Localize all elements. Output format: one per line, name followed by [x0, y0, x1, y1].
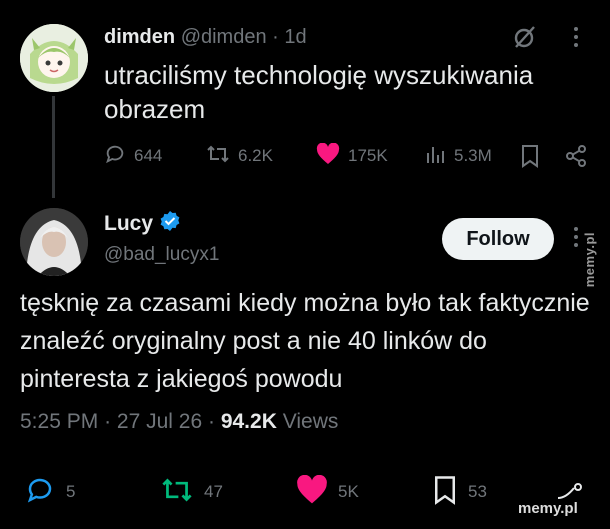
bookmark-icon[interactable] [520, 144, 540, 168]
tweet1-retweet-button[interactable]: 6.2K [206, 144, 273, 168]
tweet1-more-icon[interactable] [570, 24, 582, 55]
reply-icon [24, 475, 56, 510]
tweet2-display-name[interactable]: Lucy [104, 212, 153, 236]
tweet1-retweet-count: 6.2K [238, 146, 273, 165]
tweet2-reply-button[interactable]: 5 [24, 476, 75, 508]
thread-connector-line [52, 96, 55, 198]
tweet2-more-icon[interactable] [570, 224, 582, 255]
tweet1-like-button[interactable]: 175K [316, 142, 388, 170]
tweet2-name-row: Lucy [104, 210, 181, 238]
tweet2-meta: 5:25 PM · 27 Jul 26 · 94.2K Views [20, 410, 338, 434]
tweet2-text: tęsknię za czasami kiedy można było tak … [20, 289, 590, 393]
verified-badge-icon [159, 210, 181, 238]
tweet1-like-count: 175K [348, 146, 388, 165]
tweet1-views-button[interactable]: 5.3M [424, 144, 492, 168]
retweet-icon [206, 143, 230, 170]
tweet2-views-count: 94.2K [220, 410, 277, 433]
dimden-avatar[interactable] [20, 24, 88, 92]
tweet2-bookmark-count: 53 [468, 482, 487, 501]
lucy-avatar[interactable] [20, 208, 88, 276]
tweet2-handle[interactable]: @bad_lucyx1 [104, 244, 219, 266]
tweet2-reply-count: 5 [66, 482, 76, 501]
tweet1-handle[interactable]: @dimden [181, 26, 267, 48]
tweet1-time[interactable]: 1d [284, 26, 306, 48]
share-icon[interactable] [564, 144, 588, 168]
corner-watermark: memy.pl [518, 500, 578, 517]
tweet1-separator: · [272, 26, 279, 48]
tweet2-time[interactable]: 5:25 PM [20, 410, 98, 433]
tweet2-bookmark-button[interactable]: 53 [432, 475, 487, 510]
tweet2-retweet-button[interactable]: 47 [160, 476, 223, 508]
heart-icon [296, 474, 328, 510]
tweet2-like-button[interactable]: 5K [296, 474, 359, 510]
tweet1-header: dimden @dimden · 1d [104, 26, 307, 49]
views-icon [424, 143, 446, 170]
tweet2-sep2: · [207, 410, 215, 433]
tweet2-sep1: · [104, 410, 112, 433]
grok-icon[interactable] [512, 24, 538, 55]
tweet1-reply-button[interactable]: 644 [104, 144, 162, 168]
tweet1-reply-count: 644 [134, 146, 163, 165]
tweet2-views-label: Views [282, 410, 339, 433]
heart-icon [316, 142, 340, 170]
tweet2-retweet-count: 47 [204, 482, 223, 501]
bookmark-icon [432, 475, 458, 510]
reply-icon [104, 143, 126, 170]
tweet2-like-count: 5K [338, 482, 359, 501]
tweet1-views-count: 5.3M [454, 146, 492, 165]
tweet1-text: utraciliśmy technologię wyszukiwania obr… [104, 60, 534, 124]
tweet2-date[interactable]: 27 Jul 26 [117, 410, 202, 433]
retweet-icon [160, 475, 194, 510]
follow-button[interactable]: Follow [442, 218, 554, 260]
tweet1-display-name[interactable]: dimden [104, 26, 175, 48]
side-watermark: memy.pl [582, 232, 597, 288]
